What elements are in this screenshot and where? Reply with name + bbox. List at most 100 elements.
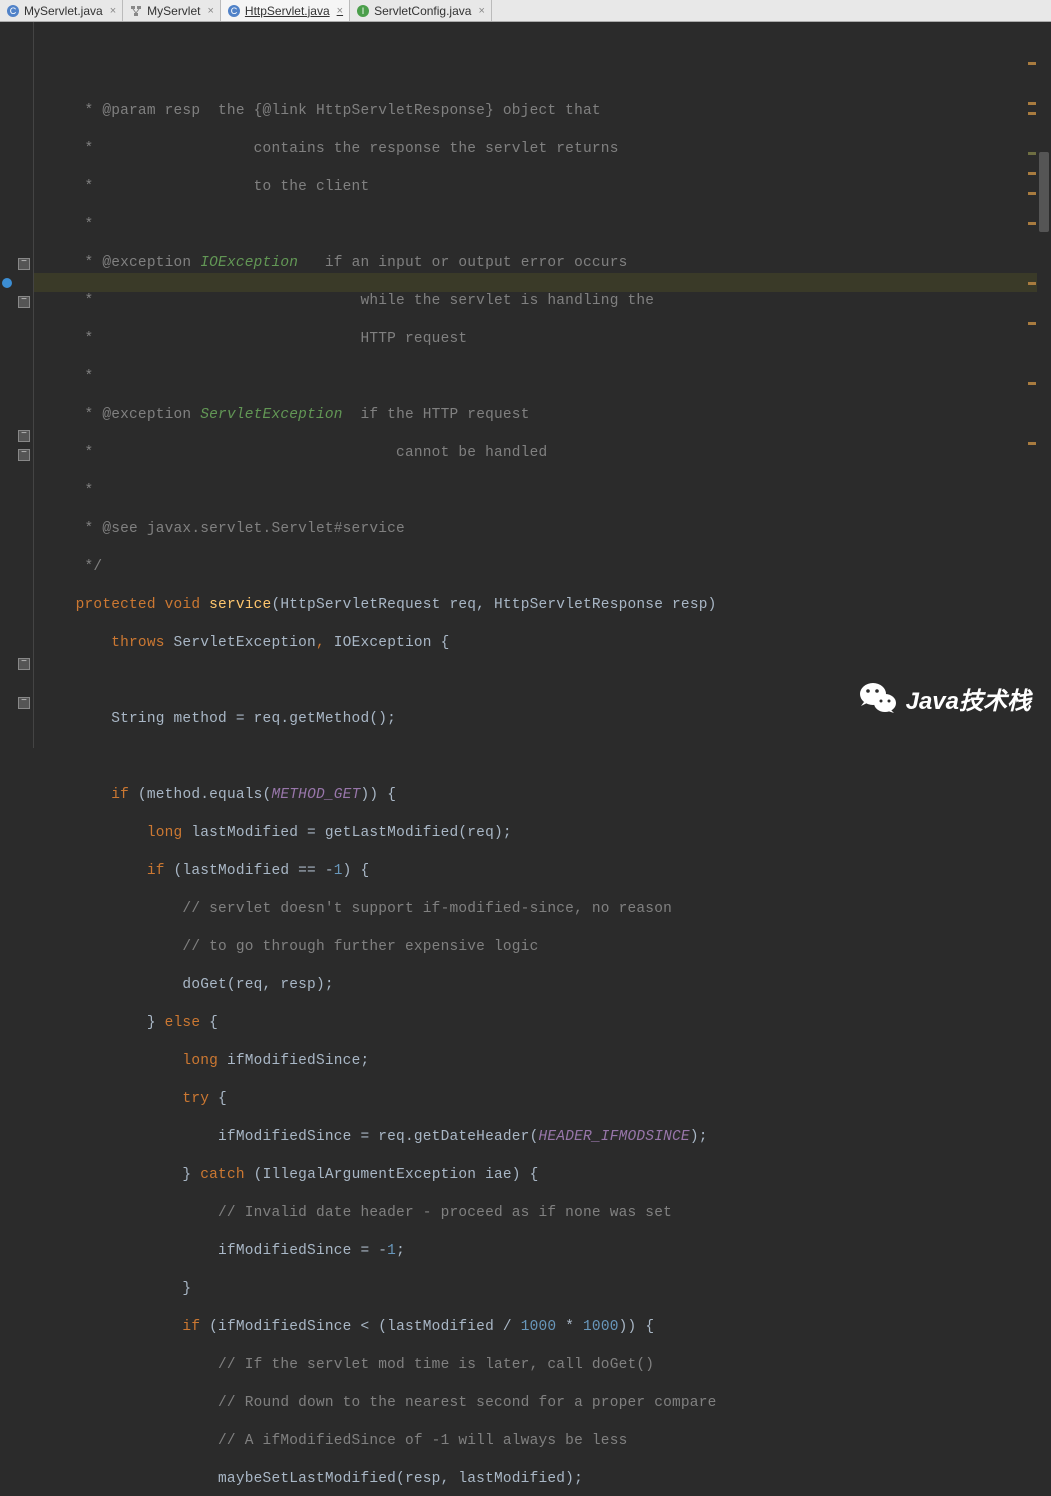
- code-text: * cannot be handled: [76, 445, 548, 461]
- code-text: lastModified = getLastModified(req);: [182, 825, 511, 841]
- code-text: if: [76, 1319, 201, 1335]
- interface-icon: I: [356, 4, 370, 18]
- code-text: * contains the response the servlet retu…: [76, 141, 619, 157]
- code-text: try: [76, 1091, 210, 1107]
- code-text: maybeSetLastModified(resp, lastModified)…: [76, 1471, 583, 1487]
- watermark: Java技术栈: [858, 678, 1031, 718]
- tab-label: MyServlet: [147, 4, 200, 18]
- editor-area: * @param resp the {@link HttpServletResp…: [0, 22, 1051, 748]
- code-text: *: [76, 369, 94, 385]
- code-text: * @see javax.servlet.Servlet#service: [76, 521, 405, 537]
- code-text: * @exception: [76, 255, 201, 271]
- code-text: }: [76, 1167, 201, 1183]
- code-text: HEADER_IFMODSINCE: [538, 1129, 689, 1145]
- diagram-icon: [129, 4, 143, 18]
- close-icon[interactable]: ×: [337, 5, 343, 17]
- code-text: *: [76, 217, 94, 233]
- code-text: String: [76, 711, 165, 727]
- code-text: ifModifiedSince;: [218, 1053, 369, 1069]
- tab-servletconfig-java[interactable]: I ServletConfig.java ×: [350, 0, 492, 21]
- code-text: // Round down to the nearest second for …: [76, 1395, 717, 1411]
- code-text: )) {: [360, 787, 396, 803]
- tab-label: HttpServlet.java: [245, 4, 330, 18]
- code-text: {: [200, 1015, 218, 1031]
- code-text: * to the client: [76, 179, 370, 195]
- code-text: *: [556, 1319, 583, 1335]
- editor-tabs: C MyServlet.java × MyServlet × C HttpSer…: [0, 0, 1051, 22]
- fold-marker[interactable]: [18, 296, 30, 308]
- code-text: ) {: [343, 863, 370, 879]
- code-editor[interactable]: * @param resp the {@link HttpServletResp…: [34, 22, 1051, 748]
- code-text: // to go through further expensive logic: [76, 939, 539, 955]
- fold-marker[interactable]: [18, 449, 30, 461]
- code-text: protected void: [76, 597, 210, 613]
- code-text: (method.equals(: [129, 787, 271, 803]
- code-text: */: [76, 559, 103, 575]
- code-text: METHOD_GET: [271, 787, 360, 803]
- code-text: long: [76, 1053, 218, 1069]
- fold-marker[interactable]: [18, 658, 30, 670]
- fold-marker[interactable]: [18, 697, 30, 709]
- code-text: )) {: [619, 1319, 655, 1335]
- code-text: IOException: [334, 635, 432, 651]
- code-text: 1000: [521, 1319, 557, 1335]
- fold-marker[interactable]: [18, 430, 30, 442]
- tab-myservlet-java[interactable]: C MyServlet.java ×: [0, 0, 123, 21]
- code-text: * @exception: [76, 407, 201, 423]
- code-text: catch: [200, 1167, 245, 1183]
- code-text: 1000: [583, 1319, 619, 1335]
- code-text: 1: [334, 863, 343, 879]
- code-text: if: [76, 787, 129, 803]
- code-text: );: [690, 1129, 708, 1145]
- code-text: // A ifModifiedSince of -1 will always b…: [76, 1433, 628, 1449]
- close-icon[interactable]: ×: [478, 5, 484, 17]
- code-text: else: [165, 1015, 201, 1031]
- code-text: * HTTP request: [76, 331, 468, 347]
- code-text: // servlet doesn't support if-modified-s…: [76, 901, 672, 917]
- warning-marker[interactable]: [1028, 62, 1036, 65]
- code-text: doGet(req, resp);: [76, 977, 334, 993]
- tab-myservlet-diagram[interactable]: MyServlet ×: [123, 0, 221, 21]
- watermark-text: Java技术栈: [906, 681, 1031, 716]
- svg-text:C: C: [10, 6, 17, 16]
- breakpoint-icon[interactable]: [2, 278, 12, 288]
- class-icon: C: [227, 4, 241, 18]
- gutter[interactable]: [0, 22, 34, 748]
- code-text: {: [432, 635, 450, 651]
- code-text: // Invalid date header - proceed as if n…: [76, 1205, 672, 1221]
- code-text: (ifModifiedSince < (lastModified /: [200, 1319, 520, 1335]
- code-text: long: [76, 825, 183, 841]
- code-text: ;: [396, 1243, 405, 1259]
- class-icon: C: [6, 4, 20, 18]
- code-text: 1: [387, 1243, 396, 1259]
- code-text: IOException: [200, 255, 298, 271]
- code-text: (: [245, 1167, 263, 1183]
- code-text: * while the servlet is handling the: [76, 293, 655, 309]
- code-text: if the HTTP request: [343, 407, 530, 423]
- fold-marker[interactable]: [18, 258, 30, 270]
- code-text: service: [209, 597, 271, 613]
- tab-httpservlet-java[interactable]: C HttpServlet.java ×: [221, 0, 350, 21]
- code-text: (lastModified == -: [165, 863, 334, 879]
- code-text: *: [76, 483, 94, 499]
- code-text: * @param resp the {@link HttpServletResp…: [76, 103, 601, 119]
- code-text: (HttpServletRequest req, HttpServletResp…: [271, 597, 716, 613]
- close-icon[interactable]: ×: [207, 5, 213, 17]
- code-text: ServletException: [200, 407, 342, 423]
- code-text: if an input or output error occurs: [298, 255, 627, 271]
- code-text: iae) {: [476, 1167, 538, 1183]
- svg-text:C: C: [231, 6, 238, 16]
- code-text: ifModifiedSince = req.getDateHeader(: [76, 1129, 539, 1145]
- code-text: }: [76, 1015, 165, 1031]
- svg-text:I: I: [362, 6, 365, 16]
- code-text: // If the servlet mod time is later, cal…: [76, 1357, 655, 1373]
- wechat-icon: [858, 678, 898, 718]
- code-text: ServletException: [174, 635, 316, 651]
- tab-label: MyServlet.java: [24, 4, 103, 18]
- code-text: ifModifiedSince = -: [76, 1243, 388, 1259]
- code-text: if: [76, 863, 165, 879]
- code-text: }: [76, 1281, 192, 1297]
- close-icon[interactable]: ×: [110, 5, 116, 17]
- code-text: IllegalArgumentException: [263, 1167, 477, 1183]
- tab-label: ServletConfig.java: [374, 4, 471, 18]
